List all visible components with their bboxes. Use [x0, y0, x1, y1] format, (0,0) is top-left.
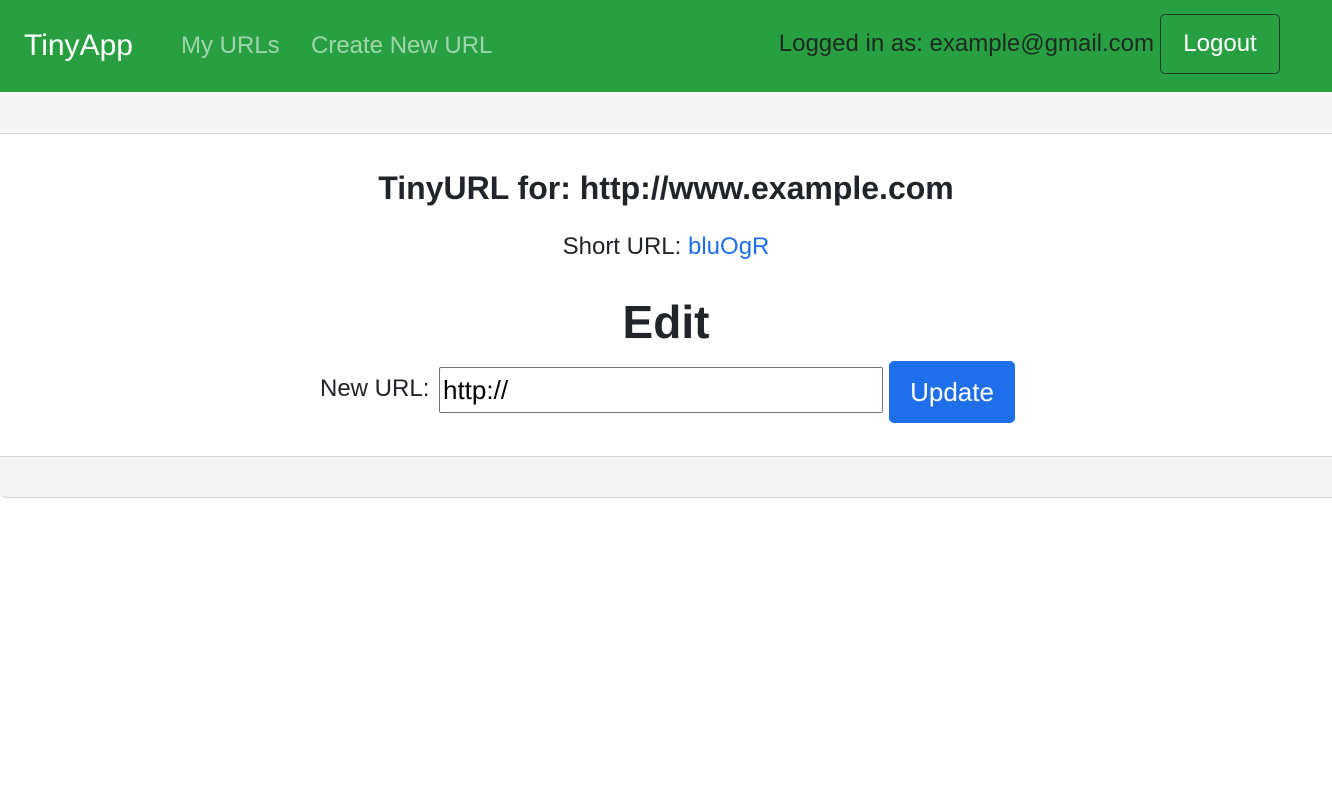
- edit-heading: Edit: [622, 296, 710, 348]
- nav-my-urls-link[interactable]: My URLs: [181, 30, 280, 62]
- short-url-label: Short URL:: [562, 233, 688, 260]
- top-navbar: TinyApp My URLs Create New URL Logged in…: [0, 0, 1332, 92]
- card-header: [0, 92, 1332, 134]
- brand-link[interactable]: TinyApp: [24, 26, 133, 66]
- card-footer: [0, 456, 1332, 498]
- new-url-label: New URL:: [320, 375, 430, 402]
- short-url-row: Short URL: bluOgR: [0, 230, 1332, 264]
- short-url-link[interactable]: bluOgR: [688, 233, 769, 260]
- nav-create-new-url-link[interactable]: Create New URL: [311, 30, 492, 62]
- update-button[interactable]: Update: [889, 361, 1015, 423]
- card-title: TinyURL for: http://www.example.com: [378, 170, 954, 206]
- logout-button[interactable]: Logout: [1160, 14, 1280, 74]
- new-url-input[interactable]: [439, 367, 883, 413]
- logged-in-status: Logged in as: example@gmail.com: [778, 30, 1154, 57]
- card-body: TinyURL for: http://www.example.com Shor…: [0, 134, 1332, 456]
